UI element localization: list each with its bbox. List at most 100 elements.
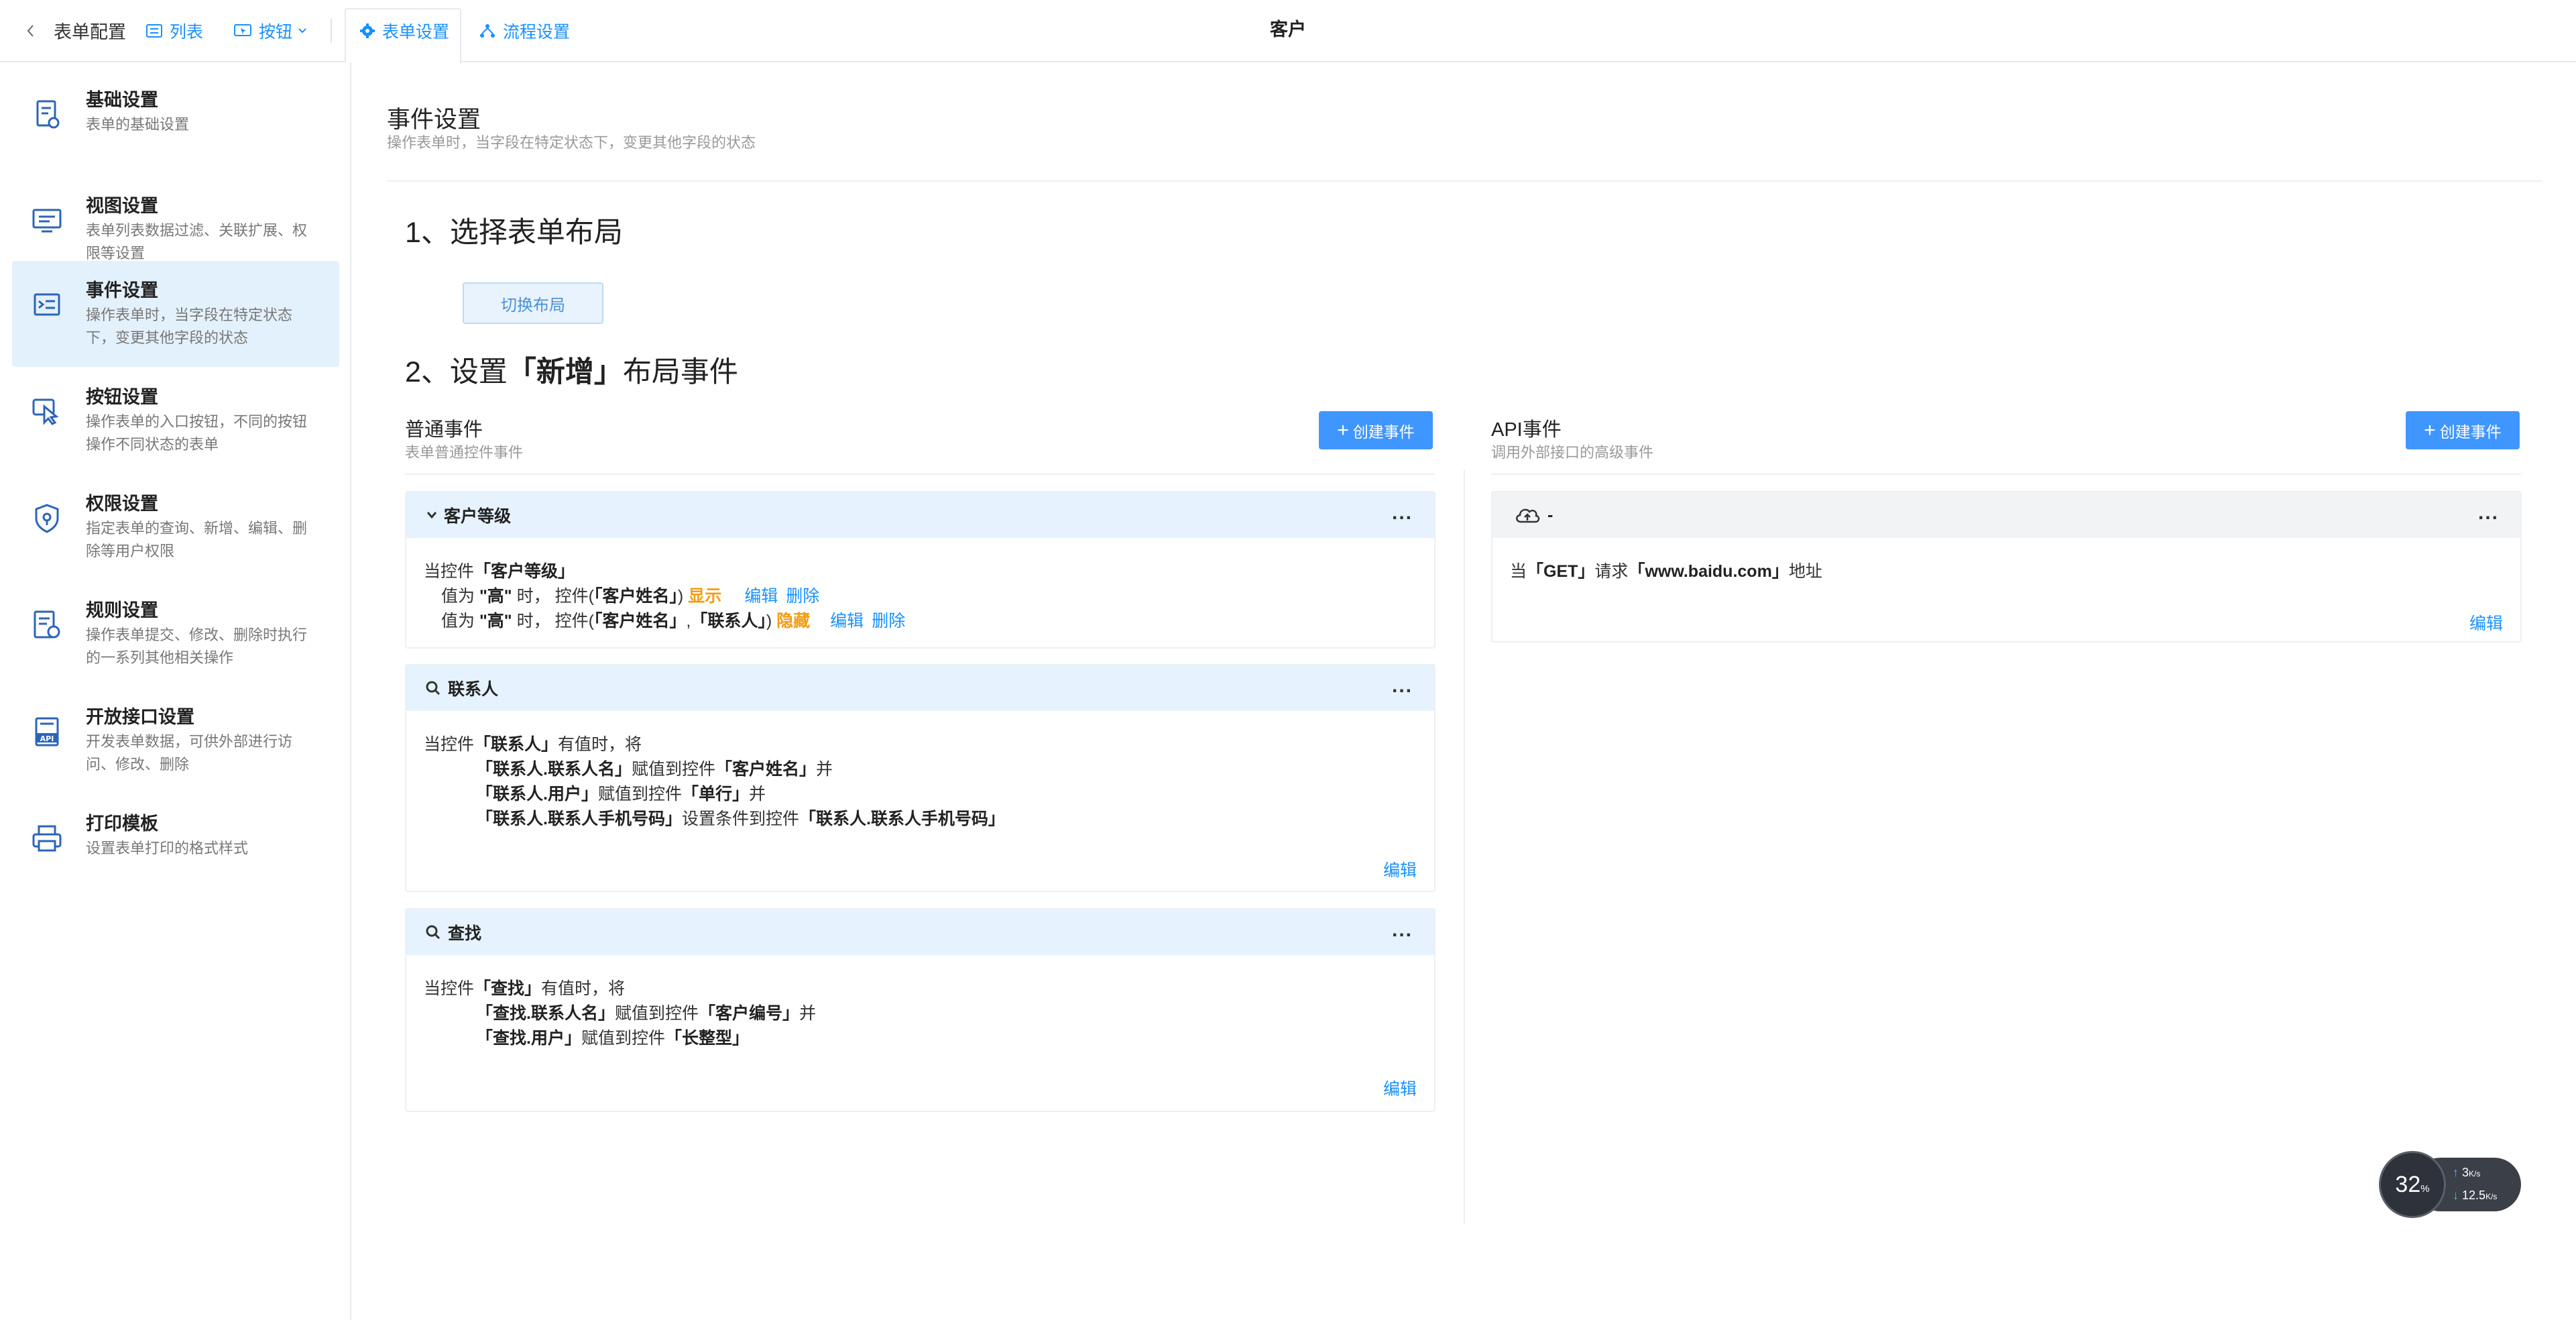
- sidebar-item-desc: 指定表单的查询、新增、编辑、删除等用户权限: [86, 520, 308, 559]
- create-normal-event-button[interactable]: + 创建事件: [1319, 411, 1433, 449]
- sidebar-item-title: 开放接口设置: [86, 707, 194, 727]
- plus-icon: +: [2424, 419, 2436, 441]
- flow-icon: [480, 23, 495, 38]
- section-title: 事件设置: [387, 107, 481, 133]
- cpu-usage-circle: 32%: [2379, 1151, 2446, 1218]
- tab-button-label: 按钮: [259, 22, 293, 42]
- sidebar-item-title: 打印模板: [86, 814, 158, 834]
- sidebar-item-title: 视图设置: [86, 196, 158, 216]
- sidebar-item-event[interactable]: 事件设置 操作表单时，当字段在特定状态下，变更其他字段的状态: [12, 261, 339, 367]
- list-icon: [146, 23, 162, 38]
- card-title: 查找: [448, 924, 482, 943]
- svg-text:API: API: [40, 734, 54, 743]
- sidebar-item-print[interactable]: 打印模板 设置表单打印的格式样式: [12, 794, 339, 900]
- sidebar-item-desc: 操作表单的入口按钮，不同的按钮操作不同状态的表单: [86, 413, 308, 453]
- edit-link[interactable]: 编辑: [830, 612, 864, 630]
- back-button[interactable]: 表单配置: [25, 0, 126, 61]
- plus-icon: +: [1337, 419, 1349, 441]
- card-header[interactable]: 客户等级 ...: [406, 492, 1434, 538]
- rule-line: 「查找.联系人名」赋值到控件「客户编号」并: [476, 1004, 816, 1023]
- form-doc-icon: [36, 100, 60, 129]
- rule-line: 当控件「客户等级」: [424, 562, 575, 581]
- tab-list[interactable]: 列表: [145, 0, 203, 61]
- sidebar: 基础设置 表单的基础设置 视图设置 表单列表数据过滤、关联扩展、权限等设置 事件…: [0, 62, 351, 1320]
- edit-link[interactable]: 编辑: [2469, 610, 2503, 635]
- rule-line: 「联系人.用户」赋值到控件「单行」并: [476, 785, 766, 804]
- api-event-card: - ... 当「GET」请求「www.baidu.com」地址 编辑: [1491, 491, 2522, 643]
- chevron-down-icon: [298, 28, 306, 33]
- printer-icon: [32, 825, 62, 852]
- rules-icon: [34, 610, 60, 639]
- rule-line: 值为 "高" 时， 控件(「客户姓名」,「联系人」) 隐藏 编辑 删除: [441, 612, 906, 630]
- search-icon: [426, 925, 441, 940]
- api-events-subtitle: 调用外部接口的高级事件: [1491, 444, 1654, 461]
- sidebar-item-desc: 开发表单数据，可供外部进行访问、修改、删除: [86, 733, 293, 773]
- tab-form-settings[interactable]: 表单设置: [359, 0, 449, 61]
- download-arrow-icon: ↓: [2453, 1189, 2459, 1202]
- sidebar-item-rules[interactable]: 规则设置 操作表单提交、修改、删除时执行的一系列其他相关操作: [12, 581, 339, 687]
- rule-line: 值为 "高" 时， 控件(「客户姓名」) 显示 编辑 删除: [441, 587, 820, 606]
- gear-icon: [360, 23, 375, 38]
- api-divider: [1491, 474, 2521, 475]
- card-title: 客户等级: [444, 507, 512, 526]
- rule-line: 当控件「查找」有值时，将: [424, 979, 626, 998]
- upload-speed: ↑ 3K/s: [2453, 1166, 2481, 1179]
- sidebar-item-title: 事件设置: [86, 280, 158, 300]
- button-icon: [234, 23, 251, 36]
- step1-title: 1、选择表单布局: [405, 217, 623, 249]
- download-speed: ↓ 12.5K/s: [2453, 1189, 2498, 1202]
- status-show: 显示: [688, 587, 722, 606]
- sidebar-item-button[interactable]: 按钮设置 操作表单的入口按钮，不同的按钮操作不同状态的表单: [12, 368, 339, 474]
- sidebar-item-basic[interactable]: 基础设置 表单的基础设置: [12, 70, 339, 176]
- top-bar: 表单配置 列表 按钮 表单设置 流程设置 客户: [0, 0, 2576, 64]
- chevron-down-icon: [426, 512, 437, 519]
- sidebar-item-desc: 设置表单打印的格式样式: [86, 840, 249, 857]
- rule-line: 「联系人.联系人手机号码」设置条件到控件「联系人.联系人手机号码」: [476, 810, 1005, 828]
- edit-link[interactable]: 编辑: [744, 587, 778, 606]
- sidebar-item-api[interactable]: API 开放接口设置 开发表单数据，可供外部进行访问、修改、删除: [12, 688, 339, 793]
- section-divider: [387, 180, 2542, 182]
- sidebar-item-desc: 表单列表数据过滤、关联扩展、权限等设置: [86, 222, 308, 262]
- card-header[interactable]: - ...: [1492, 492, 2520, 538]
- tab-list-label: 列表: [170, 22, 204, 42]
- section-subtitle: 操作表单时，当字段在特定状态下，变更其他字段的状态: [387, 134, 756, 151]
- event-card-customer-level: 客户等级 ... 当控件「客户等级」 值为 "高" 时， 控件(「客户姓名」) …: [405, 491, 1436, 649]
- network-monitor-widget[interactable]: 32% ↑ 3K/s ↓ 12.5K/s: [2379, 1151, 2521, 1221]
- sidebar-item-permission[interactable]: 权限设置 指定表单的查询、新增、编辑、删除等用户权限: [12, 474, 339, 580]
- sidebar-item-desc: 表单的基础设置: [86, 116, 190, 133]
- api-icon: API: [35, 717, 59, 747]
- tab-flow-settings[interactable]: 流程设置: [479, 0, 570, 61]
- api-events-title: API事件: [1491, 419, 1562, 441]
- normal-events-title: 普通事件: [405, 419, 483, 441]
- card-header[interactable]: 联系人 ...: [406, 665, 1434, 711]
- tab-flow-settings-label: 流程设置: [503, 22, 571, 42]
- rule-line: 「联系人.联系人名」赋值到控件「客户姓名」并: [476, 760, 833, 779]
- event-icon: [34, 293, 60, 316]
- sidebar-item-title: 按钮设置: [86, 387, 158, 407]
- delete-link[interactable]: 删除: [872, 612, 905, 630]
- create-api-event-button[interactable]: + 创建事件: [2406, 411, 2520, 449]
- delete-link[interactable]: 删除: [786, 587, 819, 606]
- sidebar-item-title: 权限设置: [86, 494, 158, 514]
- more-menu[interactable]: ...: [1392, 919, 1413, 942]
- search-icon: [426, 681, 441, 696]
- api-rule-line: 当「GET」请求「www.baidu.com」地址: [1510, 562, 1822, 581]
- monitor-icon: [32, 209, 62, 233]
- upload-arrow-icon: ↑: [2453, 1166, 2459, 1179]
- tab-button-dropdown[interactable]: 按钮: [233, 0, 314, 61]
- switch-layout-button[interactable]: 切换布局: [463, 282, 603, 324]
- more-menu[interactable]: ...: [2478, 502, 2499, 525]
- edit-link[interactable]: 编辑: [1383, 1076, 1417, 1100]
- more-menu[interactable]: ...: [1392, 502, 1413, 525]
- sidebar-item-desc: 操作表单时，当字段在特定状态下，变更其他字段的状态: [86, 307, 293, 346]
- back-label: 表单配置: [54, 22, 126, 42]
- more-menu[interactable]: ...: [1392, 675, 1413, 698]
- card-header[interactable]: 查找 ...: [406, 910, 1434, 955]
- sidebar-item-title: 基础设置: [86, 90, 158, 110]
- normal-events-subtitle: 表单普通控件事件: [405, 444, 524, 461]
- sidebar-item-title: 规则设置: [86, 600, 158, 620]
- event-card-contact: 联系人 ... 当控件「联系人」有值时，将 「联系人.联系人名」赋值到控件「客户…: [405, 664, 1436, 892]
- pointer-icon: [32, 398, 59, 425]
- rule-line: 「查找.用户」赋值到控件「长整型」: [476, 1029, 749, 1048]
- edit-link[interactable]: 编辑: [1383, 857, 1417, 881]
